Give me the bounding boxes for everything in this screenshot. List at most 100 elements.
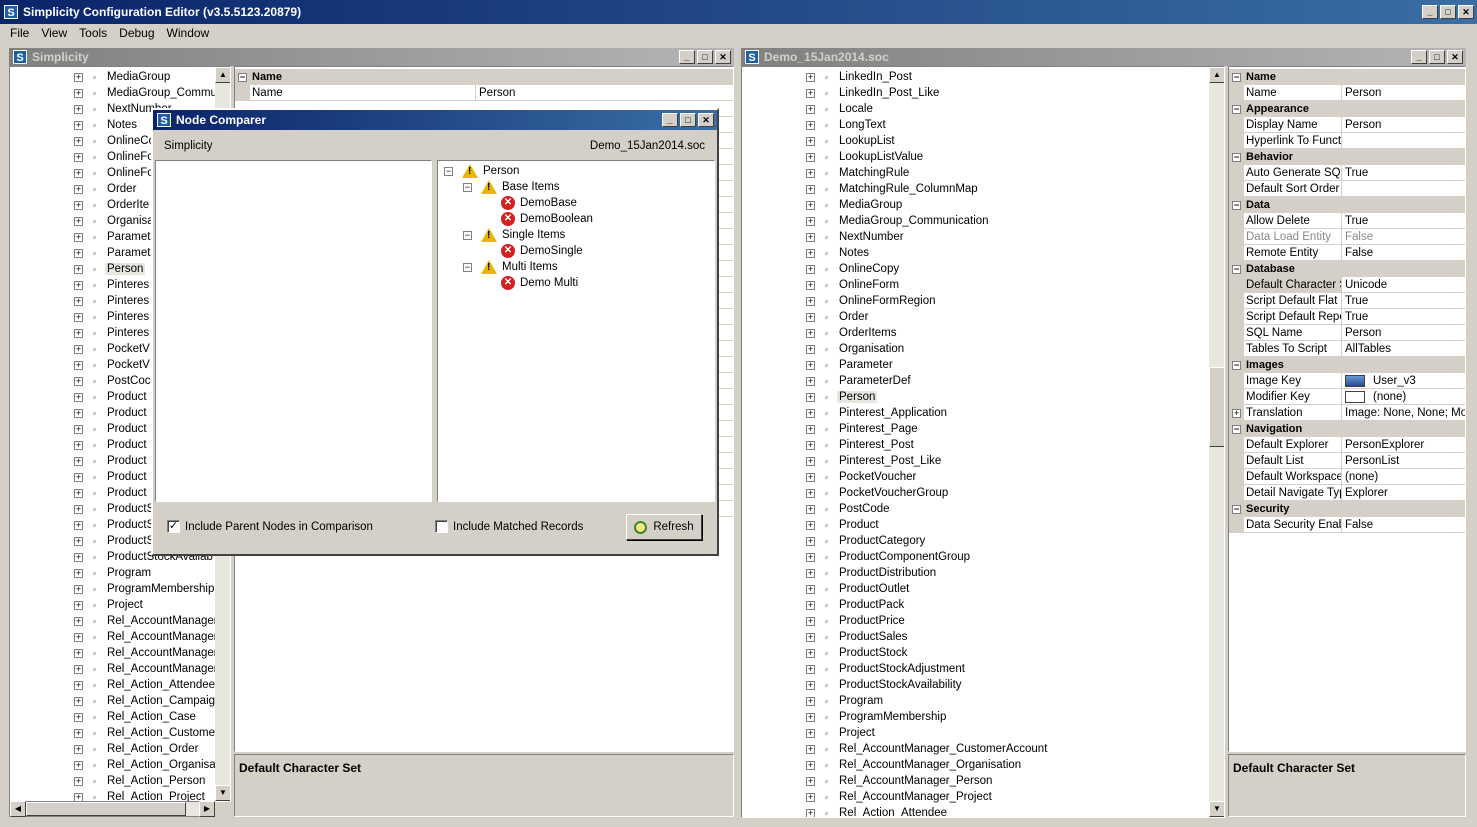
expand-icon[interactable]: + [74, 200, 83, 210]
expand-icon[interactable]: + [806, 792, 815, 802]
property-row[interactable]: Default List PersonList [1229, 453, 1465, 469]
expand-icon[interactable]: + [74, 248, 83, 258]
expand-icon[interactable]: + [806, 568, 815, 578]
scroll-up-button[interactable]: ▲ [215, 67, 230, 83]
tree-node[interactable]: + Project [74, 597, 218, 613]
menu-debug[interactable]: Debug [113, 26, 160, 40]
expand-icon[interactable]: + [806, 600, 815, 610]
expand-icon[interactable]: + [806, 440, 815, 450]
comparison-node[interactable]: − Single Items [444, 227, 714, 243]
tree-node[interactable]: + ProductSales [806, 629, 1206, 645]
expand-icon[interactable]: + [74, 88, 83, 98]
property-value[interactable]: True [1342, 165, 1465, 181]
tree-node[interactable]: + Pinterest_Application [806, 405, 1206, 421]
tree-node[interactable]: + ParameterDef [806, 373, 1206, 389]
tree-node[interactable]: + ProductComponentGroup [806, 549, 1206, 565]
prop-value[interactable]: Person [476, 85, 733, 101]
property-row[interactable]: Remote Entity False [1229, 245, 1465, 261]
dialog-maximize-button[interactable]: □ [680, 113, 696, 127]
property-value[interactable]: User_v3 [1342, 373, 1465, 389]
tree-node[interactable]: + Rel_AccountManager [74, 661, 218, 677]
expand-icon[interactable]: + [806, 264, 815, 274]
property-value[interactable]: Person [1342, 117, 1465, 133]
tree-node[interactable]: + OnlineForm [806, 277, 1206, 293]
collapse-icon[interactable]: − [444, 166, 453, 176]
collapse-icon[interactable]: − [463, 262, 472, 272]
vscroll-thumb[interactable] [1209, 367, 1224, 447]
property-value[interactable]: (none) [1342, 469, 1465, 485]
tree-node[interactable]: + LookupListValue [806, 149, 1206, 165]
tree-node[interactable]: + Rel_Action_Organisat [74, 757, 219, 773]
close-button[interactable]: ✕ [1458, 5, 1474, 19]
tree-node[interactable]: + Rel_AccountManager_Organisation [806, 757, 1206, 773]
tree-node[interactable]: + ProgramMembership [806, 709, 1206, 725]
tree-node[interactable]: + MediaGroup [74, 69, 218, 85]
expand-icon[interactable]: + [806, 232, 815, 242]
expand-icon[interactable]: + [74, 344, 83, 354]
left-close-button[interactable]: ✕ [715, 50, 731, 64]
expand-icon[interactable]: + [806, 408, 815, 418]
comparison-node[interactable]: ✕ Demo Multi [444, 275, 714, 291]
property-value[interactable]: PersonList [1342, 453, 1465, 469]
tree-node[interactable]: + ProductOutlet [806, 581, 1206, 597]
property-row[interactable]: Default Sort Order [1229, 181, 1465, 197]
refresh-button[interactable]: Refresh [626, 514, 702, 540]
collapse-icon[interactable]: − [1232, 72, 1241, 82]
expand-icon[interactable]: + [74, 280, 83, 290]
tree-node[interactable]: + Rel_Action_Order [74, 741, 218, 757]
tree-node[interactable]: + MatchingRule_ColumnMap [806, 181, 1206, 197]
tree-node[interactable]: + ProductDistribution [806, 565, 1206, 581]
tree-node[interactable]: + Rel_Action_Campaigr [74, 693, 219, 709]
tree-node[interactable]: + ProductStockAvailability [806, 677, 1206, 693]
property-value[interactable] [1342, 133, 1465, 149]
expand-icon[interactable]: + [74, 328, 83, 338]
expand-icon[interactable]: + [806, 184, 815, 194]
expand-icon[interactable]: + [74, 264, 83, 274]
property-value[interactable] [1342, 181, 1465, 197]
expand-icon[interactable]: + [806, 200, 815, 210]
expand-icon[interactable]: + [74, 648, 83, 658]
expand-icon[interactable]: + [74, 472, 83, 482]
tree-node[interactable]: + OnlineFormRegion [806, 293, 1206, 309]
menu-view[interactable]: View [35, 26, 73, 40]
expand-icon[interactable]: + [806, 392, 815, 402]
dialog-left-tree[interactable] [155, 160, 432, 502]
expand-icon[interactable]: + [74, 296, 83, 306]
property-value[interactable]: AllTables [1342, 341, 1465, 357]
collapse-icon[interactable]: − [1232, 504, 1241, 514]
expand-icon[interactable]: + [74, 152, 83, 162]
property-value[interactable]: Person [1342, 85, 1465, 101]
scroll-down-button[interactable]: ▼ [215, 785, 230, 801]
expand-icon[interactable]: + [806, 536, 815, 546]
property-row[interactable]: Image Key User_v3 [1229, 373, 1465, 389]
tree-node[interactable]: + Pinterest_Post_Like [806, 453, 1206, 469]
expand-icon[interactable]: + [806, 168, 815, 178]
expand-icon[interactable]: + [74, 488, 83, 498]
tree-node[interactable]: + MediaGroup_Communication [806, 213, 1206, 229]
expand-icon[interactable]: + [806, 552, 815, 562]
comparison-node[interactable]: ✕ DemoBase [444, 195, 714, 211]
property-row[interactable]: Detail Navigate Typ Explorer [1229, 485, 1465, 501]
tree-node[interactable]: + Parameter [806, 357, 1206, 373]
property-row[interactable]: SQL Name Person [1229, 325, 1465, 341]
property-value[interactable]: False [1342, 517, 1465, 533]
collapse-icon[interactable]: − [1232, 104, 1241, 114]
tree-node[interactable]: + ProductPack [806, 597, 1206, 613]
collapse-icon[interactable]: − [1232, 424, 1241, 434]
right-close-button[interactable]: ✕ [1447, 50, 1463, 64]
property-row[interactable]: Allow Delete True [1229, 213, 1465, 229]
collapse-icon[interactable]: − [463, 182, 472, 192]
expand-icon[interactable]: + [806, 360, 815, 370]
scroll-left-button[interactable]: ◀ [10, 801, 26, 817]
property-row[interactable]: Data Load Entity False [1229, 229, 1465, 245]
expand-icon[interactable]: + [806, 696, 815, 706]
tree-node[interactable]: + Pinterest_Post [806, 437, 1206, 453]
property-value[interactable]: False [1342, 229, 1465, 245]
tree-node[interactable]: + ProductCategory [806, 533, 1206, 549]
tree-node[interactable]: + Rel_Action_Attendee [806, 805, 1206, 817]
tree-node[interactable]: + ProductPrice [806, 613, 1206, 629]
expand-icon[interactable]: + [74, 376, 83, 386]
expand-icon[interactable]: + [806, 120, 815, 130]
tree-node[interactable]: + Rel_AccountManager [74, 629, 218, 645]
expand-icon[interactable]: + [806, 456, 815, 466]
